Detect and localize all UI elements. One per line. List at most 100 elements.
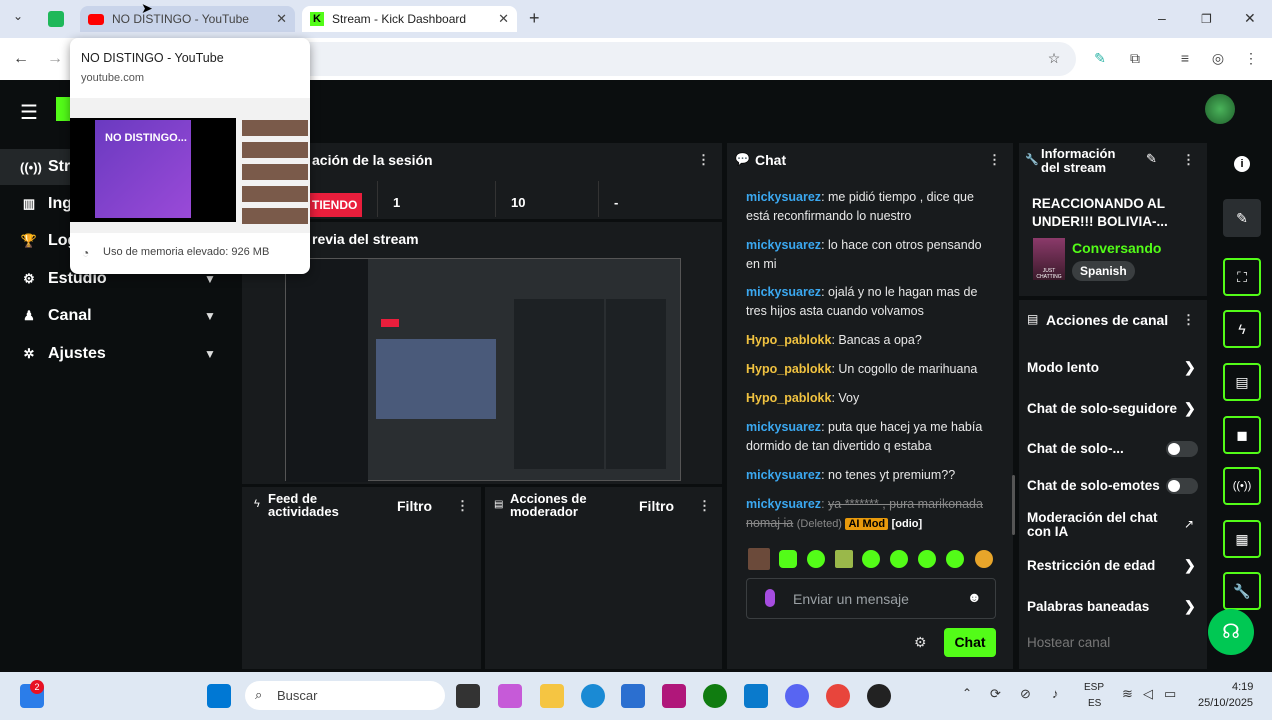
broadcast-icon[interactable]: ((•)) (1223, 467, 1261, 505)
back-icon[interactable]: ← (13, 50, 29, 68)
clock-date[interactable]: 25/10/2025 (1198, 697, 1253, 709)
microphone-icon[interactable]: ♪ (1052, 686, 1059, 701)
chevron-right-icon[interactable]: ❯ (1184, 598, 1196, 615)
sync-icon[interactable]: ⟳ (990, 686, 1001, 702)
restore-button[interactable]: ❐ (1201, 12, 1212, 26)
kebab-icon[interactable]: ⋮ (698, 498, 711, 514)
chat-username[interactable]: Hypo_pablokk (746, 391, 831, 405)
pencil-icon[interactable]: ✎ (1223, 199, 1261, 237)
chat-scrollbar[interactable] (1012, 475, 1015, 535)
screenshot-icon[interactable]: ⛶ (1223, 258, 1261, 296)
emoji-icon[interactable]: ☻ (967, 589, 982, 605)
clock-time[interactable]: 4:19 (1232, 681, 1253, 693)
layout-icon[interactable]: ▦ (1223, 520, 1261, 558)
task-view-icon[interactable] (456, 684, 480, 708)
chat-input[interactable]: Enviar un mensaje ☻ (746, 578, 996, 619)
new-tab-button[interactable]: + (529, 8, 540, 29)
chat-bubble-icon[interactable]: ◼ (1223, 416, 1261, 454)
chat-username[interactable]: Hypo_pablokk (746, 362, 831, 376)
external-link-icon[interactable]: ↗ (1184, 517, 1194, 531)
kebab-icon[interactable]: ⋮ (456, 498, 469, 514)
chat-username[interactable]: mickysuarez (746, 420, 821, 434)
sidebar-item-canal[interactable]: ♟ Canal ▼ (0, 298, 240, 334)
emote-icon[interactable] (975, 550, 993, 568)
ms-store-icon[interactable] (621, 684, 645, 708)
stream-preview-video[interactable] (285, 258, 681, 482)
chevron-right-icon[interactable]: ❯ (1184, 359, 1196, 376)
language-top[interactable]: ESP (1084, 682, 1104, 693)
chat-username[interactable]: Hypo_pablokk (746, 333, 831, 347)
lightning-icon[interactable]: ϟ (1223, 310, 1261, 348)
minimize-button[interactable]: – (1158, 10, 1166, 26)
taskbar-search[interactable]: ⌕ Buscar (245, 681, 445, 710)
chat-username[interactable]: mickysuarez (746, 285, 821, 299)
kebab-icon[interactable]: ⋮ (1182, 152, 1195, 168)
volume-icon[interactable]: ◁ (1143, 686, 1153, 702)
kebab-icon[interactable]: ⋮ (697, 152, 710, 168)
microphone-icon[interactable] (765, 589, 775, 607)
close-icon[interactable]: ✕ (498, 11, 509, 27)
xbox-icon[interactable] (703, 684, 727, 708)
emote-icon[interactable] (862, 550, 880, 568)
action-banned-words[interactable]: Palabras baneadas (1027, 599, 1207, 614)
kick-logo[interactable] (56, 97, 70, 121)
menu-icon[interactable]: ⋮ (1242, 49, 1260, 67)
chevron-down-icon[interactable]: ▼ (204, 347, 216, 361)
file-explorer-icon[interactable] (540, 684, 564, 708)
tab-youtube[interactable]: NO DISTINGO - YouTube ✕ (80, 6, 295, 32)
chevron-right-icon[interactable]: ❯ (1184, 557, 1196, 574)
edge-icon[interactable] (581, 684, 605, 708)
star-icon[interactable]: ☆ (1045, 49, 1063, 67)
wrench-icon[interactable]: 🔧 (1223, 572, 1261, 610)
emote-icon[interactable] (779, 550, 797, 568)
obs-icon[interactable] (867, 684, 891, 708)
language-bottom[interactable]: ES (1088, 698, 1101, 709)
emote-icon[interactable] (890, 550, 908, 568)
emotes-only-toggle[interactable] (1166, 478, 1198, 494)
emote-icon[interactable] (946, 550, 964, 568)
info-icon[interactable]: i (1234, 156, 1250, 172)
forward-icon[interactable]: → (47, 50, 63, 68)
edit-icon[interactable]: ✎ (1146, 151, 1157, 167)
support-icon[interactable]: ☊ (1208, 609, 1254, 655)
vscode-icon[interactable] (744, 684, 768, 708)
category-thumbnail[interactable]: JUST CHATTING (1033, 238, 1065, 280)
chat-username[interactable]: mickysuarez (746, 190, 821, 204)
chevron-right-icon[interactable]: ❯ (1184, 400, 1196, 417)
chevron-down-icon[interactable]: ▼ (204, 309, 216, 323)
action-followers-only[interactable]: Chat de solo-seguidores (1027, 401, 1177, 416)
activity-filter-button[interactable]: Filtro (397, 498, 432, 514)
close-icon[interactable]: ✕ (276, 11, 287, 27)
extension-icon[interactable]: ✎ (1091, 49, 1109, 67)
chat-username[interactable]: mickysuarez (746, 497, 821, 511)
chevron-up-icon[interactable]: ⌃ (962, 686, 972, 700)
emote-icon[interactable] (918, 550, 936, 568)
document-icon[interactable]: ▤ (1223, 363, 1261, 401)
chat-username[interactable]: mickysuarez (746, 468, 821, 482)
action-slow-mode[interactable]: Modo lento (1027, 360, 1207, 375)
chat-username[interactable]: mickysuarez (746, 238, 821, 252)
chat-send-button[interactable]: Chat (944, 628, 996, 657)
emote-icon[interactable] (807, 550, 825, 568)
tab-search-icon[interactable]: ⌄ (8, 9, 28, 29)
sidebar-item-ajustes[interactable]: ✲ Ajustes ▼ (0, 336, 240, 372)
tab-download-icon[interactable] (48, 11, 64, 27)
host-channel[interactable]: Hostear canal (1027, 635, 1110, 650)
profile-icon[interactable]: ◎ (1209, 49, 1227, 67)
app-icon[interactable] (662, 684, 686, 708)
kebab-icon[interactable]: ⋮ (988, 152, 1001, 168)
discord-icon[interactable] (785, 684, 809, 708)
battery-icon[interactable]: ▭ (1164, 686, 1176, 702)
subs-only-toggle[interactable] (1166, 441, 1198, 457)
user-avatar[interactable] (1205, 94, 1235, 124)
chrome-icon[interactable] (826, 684, 850, 708)
windows-start-icon[interactable] (207, 684, 231, 708)
hamburger-icon[interactable]: ☰ (20, 100, 38, 125)
category-name[interactable]: Conversando (1072, 240, 1161, 256)
tab-kick[interactable]: K Stream - Kick Dashboard ✕ (302, 6, 517, 32)
chevron-down-icon[interactable]: ▼ (204, 272, 216, 286)
action-ai-moderation[interactable]: Moderación del chat con IA (1027, 511, 1167, 539)
window-close-button[interactable]: ✕ (1244, 10, 1256, 27)
emote-icon[interactable] (835, 550, 853, 568)
network-off-icon[interactable]: ⊘ (1020, 686, 1031, 702)
